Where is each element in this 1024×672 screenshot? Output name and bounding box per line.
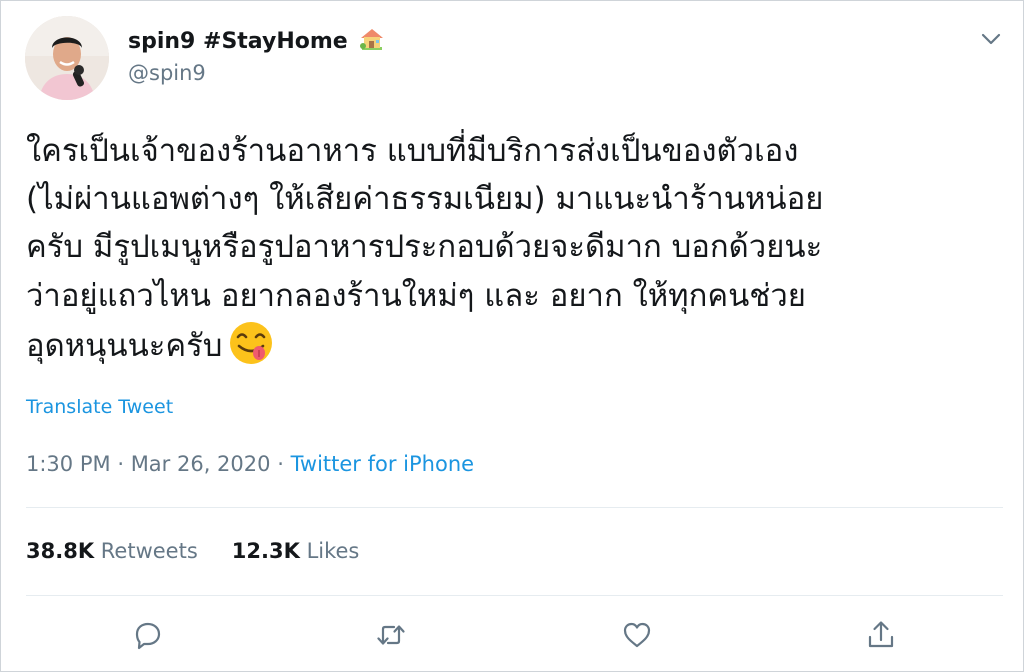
- retweets-stat[interactable]: 38.8K Retweets: [26, 539, 198, 563]
- display-name-text: spin9 #StayHome: [128, 29, 348, 54]
- meta-separator: ·: [117, 452, 124, 476]
- share-icon[interactable]: [864, 618, 898, 652]
- tweet-line: ใครเป็นเจ้าของร้านอาหาร แบบที่มีบริการส่…: [26, 133, 799, 169]
- retweet-icon[interactable]: [374, 618, 408, 652]
- tweet-text: ใครเป็นเจ้าของร้านอาหาร แบบที่มีบริการส่…: [26, 127, 1001, 380]
- divider: [26, 507, 1003, 508]
- tweet-card: spin9 #StayHome @spin9 ใครเป็นเจ้าของร้า…: [0, 0, 1024, 672]
- tweet-line-last: อุดหนุนนะครับ: [26, 320, 1001, 380]
- retweets-label: Retweets: [100, 539, 198, 563]
- display-name[interactable]: spin9 #StayHome: [128, 27, 385, 54]
- likes-count: 12.3K: [231, 539, 300, 563]
- tweet-line: (ไม่ผ่านแอพต่างๆ ให้เสียค่าธรรมเนียม) มา…: [26, 181, 824, 218]
- avatar[interactable]: [25, 16, 109, 100]
- house-with-garden-icon: [359, 29, 385, 54]
- meta-separator: ·: [277, 452, 284, 476]
- tweet-date[interactable]: Mar 26, 2020: [131, 452, 271, 476]
- retweets-count: 38.8K: [26, 539, 95, 563]
- translate-tweet-link[interactable]: Translate Tweet: [26, 396, 173, 418]
- tweet-time[interactable]: 1:30 PM: [26, 452, 111, 476]
- chevron-down-icon[interactable]: [977, 25, 1005, 53]
- divider: [26, 595, 1003, 596]
- tweet-line: อุดหนุนนะครับ: [26, 327, 223, 364]
- tweet-stats: 38.8K Retweets 12.3K Likes: [26, 539, 359, 563]
- tweet-meta: 1:30 PM · Mar 26, 2020 · Twitter for iPh…: [26, 452, 474, 476]
- user-handle[interactable]: @spin9: [128, 61, 206, 85]
- likes-stat[interactable]: 12.3K Likes: [232, 539, 360, 563]
- reply-icon[interactable]: [131, 618, 165, 652]
- tweet-source-link[interactable]: Twitter for iPhone: [291, 452, 475, 476]
- like-icon[interactable]: [620, 618, 654, 652]
- tweet-line: ว่าอยู่แถวไหน อยากลองร้านใหม่ๆ และ อยาก …: [26, 277, 806, 314]
- likes-label: Likes: [306, 539, 360, 563]
- face-savoring-food-icon: [228, 320, 274, 380]
- tweet-line: ครับ มีรูปเมนูหรือรูปอาหารประกอบด้วยจะดี…: [26, 229, 823, 266]
- avatar-photo: [25, 16, 109, 100]
